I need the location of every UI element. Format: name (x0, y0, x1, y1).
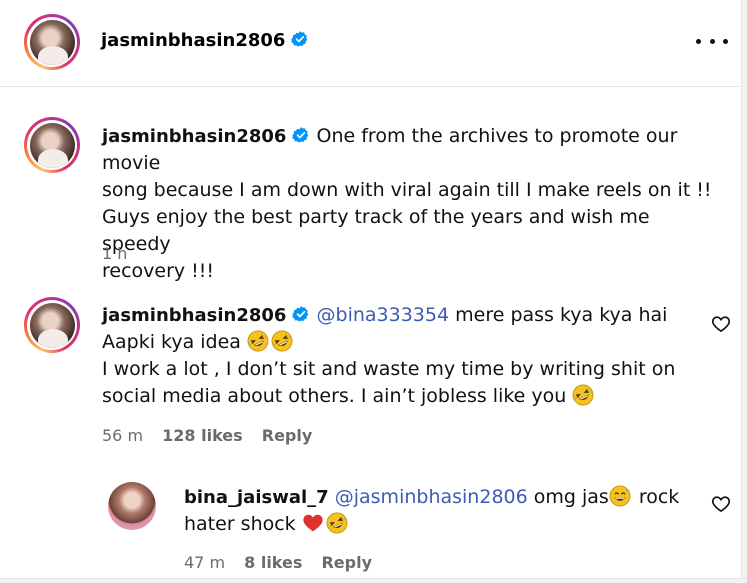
comment-likes[interactable]: 128 likes (162, 426, 243, 445)
caption-text: jasminbhasin2806 One from the archives t… (102, 123, 722, 285)
comment-time: 56 m (102, 426, 144, 445)
comment-line-1: mere pass kya kya hai (449, 304, 668, 326)
verified-badge-icon (291, 30, 309, 48)
reply-text: bina_jaiswal_7 @jasminbhasin2806 omg jas… (184, 484, 694, 538)
rolling-laughing-emoji (326, 512, 348, 534)
comment-line-3: I work a lot , I don’t sit and waste my … (102, 358, 676, 380)
reply-reply-button[interactable]: Reply (321, 553, 372, 572)
caption-meta: 1 h (102, 244, 141, 263)
header-avatar[interactable] (24, 14, 80, 70)
caption-line-2: song because I am down with viral again … (102, 179, 712, 201)
rolling-laughing-emoji (247, 330, 269, 352)
post-header: jasminbhasin2806 (0, 0, 740, 87)
comment-meta: 56 m 128 likes Reply (102, 426, 326, 445)
reply-avatar[interactable] (108, 482, 156, 530)
caption-line-3: Guys enjoy the best party track of the y… (102, 206, 650, 255)
red-heart-emoji (302, 512, 324, 534)
like-heart-icon[interactable] (711, 314, 731, 334)
caption-time: 1 h (102, 244, 128, 263)
reply-time: 47 m (184, 553, 226, 572)
grinning-sweat-emoji (609, 485, 631, 507)
verified-badge-icon (292, 126, 310, 144)
comment-mention[interactable]: @bina333354 (317, 304, 450, 326)
header-user: jasminbhasin2806 (101, 30, 309, 51)
reply-meta: 47 m 8 likes Reply (184, 553, 386, 572)
reply-likes[interactable]: 8 likes (244, 553, 302, 572)
bottom-divider (0, 578, 747, 583)
caption-avatar[interactable] (24, 117, 80, 173)
comment-avatar[interactable] (24, 297, 80, 353)
like-heart-icon[interactable] (711, 494, 731, 514)
comment-text: jasminbhasin2806 @bina333354 mere pass k… (102, 302, 702, 410)
caption-line-4: recovery !!! (102, 260, 215, 282)
reply-line-1a: omg jas (527, 486, 609, 508)
rolling-laughing-emoji (572, 384, 594, 406)
comment-username[interactable]: jasminbhasin2806 (102, 305, 286, 326)
caption-username[interactable]: jasminbhasin2806 (102, 126, 286, 147)
comment-reply-button[interactable]: Reply (262, 426, 313, 445)
scrollbar-track[interactable] (741, 0, 747, 583)
reply-mention[interactable]: @jasminbhasin2806 (335, 486, 528, 508)
rolling-laughing-emoji (271, 330, 293, 352)
reply-username[interactable]: bina_jaiswal_7 (184, 487, 329, 508)
more-options-icon[interactable] (696, 30, 728, 52)
comment-line-4: social media about others. I ain’t joble… (102, 385, 567, 407)
comment-line-2: Aapki kya idea (102, 331, 241, 353)
verified-badge-icon (292, 305, 310, 323)
reply-line-2: hater shock (184, 513, 296, 535)
reply-line-1b: rock (632, 486, 680, 508)
header-username[interactable]: jasminbhasin2806 (101, 30, 285, 51)
